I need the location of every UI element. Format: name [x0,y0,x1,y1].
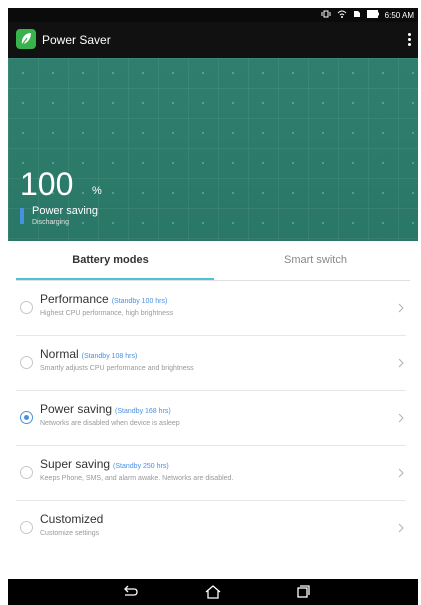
current-mode: Power saving [32,205,99,217]
radio-button[interactable] [20,356,33,369]
tab-battery-modes[interactable]: Battery modes [8,241,213,279]
standby-time: (Standby 108 hrs) [81,353,138,360]
standby-time: (Standby 168 hrs) [115,408,171,415]
battery-state: Discharging [32,219,69,226]
mode-title: Performance [40,292,109,306]
radio-button-selected[interactable] [20,411,33,424]
leaf-icon [16,29,36,49]
radio-button[interactable] [20,466,33,479]
standby-time: (Standby 250 hrs) [113,463,169,470]
tab-bar: Battery modes Smart switch [8,241,418,281]
mode-description: Customize settings [40,530,100,537]
chevron-right-icon[interactable] [398,358,406,368]
status-time: 6:50 AM [384,10,414,20]
screen: 6:50 AM Power Saver 100 % Power saving D… [8,8,418,605]
chevron-right-icon[interactable] [398,523,406,533]
mode-title: Power saving [40,402,113,416]
mode-indicator [20,208,24,224]
standby-time: (Standby 100 hrs) [111,298,168,305]
mode-row-performance[interactable]: Performance (Standby 100 hrs) Highest CPU… [16,281,406,336]
mode-row-super-saving[interactable]: Super saving (Standby 250 hrs) Keeps Phon… [16,446,406,501]
mode-row-normal[interactable]: Normal (Standby 108 hrs) Smartly adjusts … [16,336,406,391]
mode-description: Smartly adjusts CPU performance and brig… [40,365,194,372]
overflow-menu-icon[interactable] [406,31,412,49]
mode-title: Normal [40,347,79,361]
home-icon[interactable] [201,583,225,601]
mode-description: Highest CPU performance, high brightness [40,310,174,317]
vibrate-icon [321,10,331,20]
mode-description: Keeps Phone, SMS, and alarm awake. Netwo… [40,475,234,482]
status-icons: 6:50 AM [321,10,414,20]
battery-icon [366,10,379,20]
chevron-right-icon[interactable] [398,468,406,478]
battery-mode-list: Performance (Standby 100 hrs) Highest CPU… [8,281,418,555]
battery-percent-unit: % [92,185,102,197]
mode-row-power-saving[interactable]: Power saving (Standby 168 hrs) Networks a… [16,391,406,446]
radio-button[interactable] [20,301,33,314]
mode-row-customized[interactable]: Customized Customize settings [16,501,406,555]
tab-smart-switch[interactable]: Smart switch [213,241,418,279]
mode-title: Super saving [40,457,111,471]
chevron-right-icon[interactable] [398,303,406,313]
mode-description: Networks are disabled when device is asl… [40,420,180,427]
recent-apps-icon[interactable] [290,583,314,601]
back-icon[interactable] [118,583,142,601]
mode-title: Customized [40,512,104,526]
sim-icon [353,10,361,20]
status-bar: 6:50 AM [8,8,418,22]
radio-button[interactable] [20,521,33,534]
app-title: Power Saver [42,33,111,47]
navigation-bar [8,579,418,605]
battery-percent: 100 [20,166,74,202]
wifi-icon [337,10,347,20]
app-bar: Power Saver [8,22,418,58]
chevron-right-icon[interactable] [398,413,406,423]
battery-status-panel: 100 % Power saving Discharging [8,58,418,241]
